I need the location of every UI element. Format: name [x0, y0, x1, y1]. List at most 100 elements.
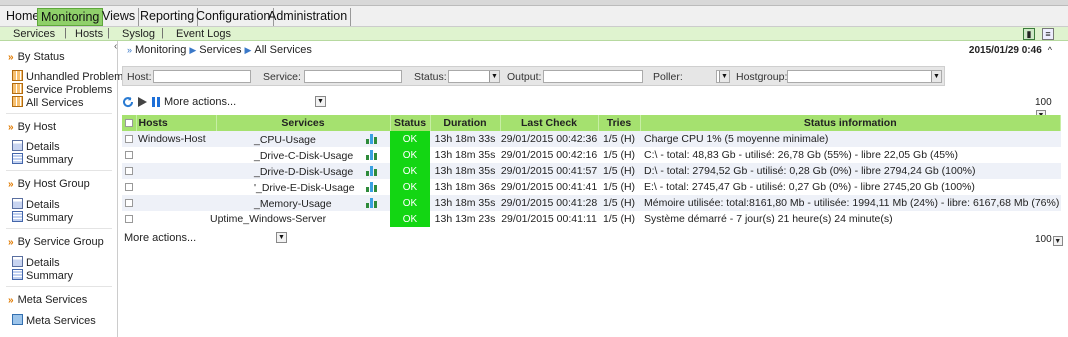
submenu-syslog[interactable]: Syslog: [122, 28, 155, 40]
host-cell[interactable]: Windows-Host: [136, 131, 216, 147]
pause-icon[interactable]: [150, 96, 162, 108]
service-name[interactable]: Uptime_Windows-Server: [210, 213, 326, 225]
collapse-sidebar-icon[interactable]: ‹: [114, 41, 117, 52]
graph-icon[interactable]: [366, 149, 378, 160]
header-tries[interactable]: Tries: [598, 115, 641, 131]
status-filter-select[interactable]: ▼: [448, 70, 500, 83]
row-checkbox[interactable]: [122, 211, 136, 227]
output-filter-label: Output:: [507, 71, 542, 83]
service-name[interactable]: _Memory-Usage: [216, 198, 366, 210]
sidebar-section-by-host-group[interactable]: » By Host Group: [8, 178, 90, 190]
header-last-check[interactable]: Last Check: [500, 115, 599, 131]
poller-filter-select[interactable]: ▼: [716, 70, 730, 83]
submenu-separator: |: [64, 27, 67, 39]
play-icon[interactable]: [136, 96, 148, 108]
host-filter-input[interactable]: [153, 70, 251, 83]
hostgroup-filter-select[interactable]: ▼: [787, 70, 942, 83]
filter-icon[interactable]: ≡: [1042, 28, 1054, 40]
divider: [6, 286, 112, 287]
double-arrow-icon: »: [8, 237, 14, 248]
submenu-services[interactable]: Services: [13, 28, 55, 40]
menu-views[interactable]: Views: [99, 8, 140, 26]
header-hosts[interactable]: Hosts: [136, 115, 217, 131]
sidebar-item-host-details[interactable]: Details: [12, 140, 60, 153]
row-checkbox[interactable]: [122, 163, 136, 179]
header-status[interactable]: Status: [390, 115, 431, 131]
graph-icon[interactable]: [366, 181, 378, 192]
breadcrumb-monitoring[interactable]: Monitoring: [135, 44, 186, 56]
filter-bar: Host: Service: Status: ▼ Output: Poller:…: [122, 66, 945, 86]
sidebar-item-hostgroup-details[interactable]: Details: [12, 198, 60, 211]
table-row[interactable]: Uptime_Windows-Server OK 13h 13m 23s 29/01/…: [122, 211, 1061, 227]
menu-administration[interactable]: Administration: [265, 8, 352, 26]
service-name[interactable]: _CPU-Usage: [216, 134, 366, 146]
services-table: Hosts Services Status Duration Last Chec…: [122, 115, 1061, 227]
menu-monitoring[interactable]: Monitoring: [37, 8, 104, 26]
double-arrow-icon: »: [8, 52, 14, 63]
more-actions-dropdown-bottom[interactable]: ▼: [276, 232, 287, 243]
chart-icon[interactable]: ▮: [1022, 28, 1035, 40]
status-badge: OK: [390, 179, 430, 195]
header-services[interactable]: Services: [216, 115, 391, 131]
row-checkbox[interactable]: [122, 131, 136, 147]
output-filter-input[interactable]: [543, 70, 643, 83]
more-actions-select-bottom[interactable]: More actions...: [124, 232, 196, 244]
graph-icon[interactable]: [366, 165, 378, 176]
select-all-checkbox[interactable]: [122, 115, 137, 131]
sidebar-item-unhandled-problems[interactable]: Unhandled Problems: [12, 70, 129, 83]
submenu-hosts[interactable]: Hosts: [75, 28, 103, 40]
service-cell[interactable]: _Drive-D-Disk-Usage: [216, 163, 390, 179]
more-actions-dropdown[interactable]: ▼: [315, 96, 326, 107]
row-checkbox[interactable]: [122, 179, 136, 195]
table-row[interactable]: '_Drive-E-Disk-Usage OK 13h 18m 36s 29/01/2…: [122, 179, 1061, 195]
graph-icon[interactable]: [366, 133, 378, 144]
table-row[interactable]: _Memory-Usage OK 13h 18m 35s 29/01/2015 00:…: [122, 195, 1061, 211]
tries-cell: 1/5 (H): [598, 131, 640, 147]
table-row[interactable]: _Drive-D-Disk-Usage OK 13h 18m 35s 29/01/20…: [122, 163, 1061, 179]
more-actions-select[interactable]: More actions...: [164, 96, 236, 108]
sidebar-section-by-host[interactable]: » By Host: [8, 121, 56, 133]
sidebar-section-meta-services[interactable]: » Meta Services: [8, 294, 87, 306]
host-cell[interactable]: [136, 147, 216, 163]
sidebar-item-host-summary[interactable]: Summary: [12, 153, 73, 166]
sidebar-item-servicegroup-summary[interactable]: Summary: [12, 269, 73, 282]
service-cell[interactable]: Uptime_Windows-Server: [210, 211, 390, 227]
service-cell[interactable]: _CPU-Usage: [216, 131, 390, 147]
service-name[interactable]: '_Drive-E-Disk-Usage: [216, 182, 366, 194]
service-cell[interactable]: '_Drive-E-Disk-Usage: [216, 179, 390, 195]
host-cell[interactable]: [136, 179, 216, 195]
collapse-caret-icon[interactable]: ^: [1048, 45, 1052, 55]
service-cell[interactable]: _Memory-Usage: [216, 195, 390, 211]
host-cell[interactable]: [136, 211, 216, 227]
sidebar-item-servicegroup-details[interactable]: Details: [12, 256, 60, 269]
header-status-information[interactable]: Status information: [640, 115, 1061, 131]
status-information-cell: Système démarré - 7 jour(s) 21 heure(s) …: [640, 211, 1061, 227]
service-name[interactable]: _Drive-D-Disk-Usage: [216, 166, 366, 178]
breadcrumb-all-services[interactable]: All Services: [254, 44, 311, 56]
table-row[interactable]: Windows-Host _CPU-Usage OK 13h 18m 33s 29/01…: [122, 131, 1061, 147]
service-name[interactable]: _Drive-C-Disk-Usage: [216, 150, 366, 162]
sidebar-item-meta-services[interactable]: Meta Services: [12, 314, 96, 327]
refresh-icon[interactable]: [122, 96, 134, 108]
tries-cell: 1/5 (H): [598, 179, 640, 195]
breadcrumb-services[interactable]: Services: [199, 44, 241, 56]
sidebar-item-service-problems[interactable]: Service Problems: [12, 83, 112, 96]
host-cell[interactable]: [136, 195, 216, 211]
sidebar-item-all-services[interactable]: All Services: [12, 96, 83, 109]
submenu-event-logs[interactable]: Event Logs: [176, 28, 231, 40]
row-checkbox[interactable]: [122, 147, 136, 163]
divider: [6, 170, 112, 171]
row-checkbox[interactable]: [122, 195, 136, 211]
menu-configuration[interactable]: Configuration: [193, 8, 275, 26]
graph-icon[interactable]: [366, 197, 378, 208]
sidebar-item-hostgroup-summary[interactable]: Summary: [12, 211, 73, 224]
service-filter-input[interactable]: [304, 70, 402, 83]
menu-reporting[interactable]: Reporting: [137, 8, 199, 26]
service-cell[interactable]: _Drive-C-Disk-Usage: [216, 147, 390, 163]
header-duration[interactable]: Duration: [430, 115, 501, 131]
table-row[interactable]: _Drive-C-Disk-Usage OK 13h 18m 35s 29/01/20…: [122, 147, 1061, 163]
page-size-select-bottom[interactable]: 100 ▼: [1035, 234, 1063, 246]
sidebar-section-by-status[interactable]: » By Status: [8, 51, 65, 63]
host-cell[interactable]: [136, 163, 216, 179]
sidebar-section-by-service-group[interactable]: » By Service Group: [8, 236, 104, 248]
